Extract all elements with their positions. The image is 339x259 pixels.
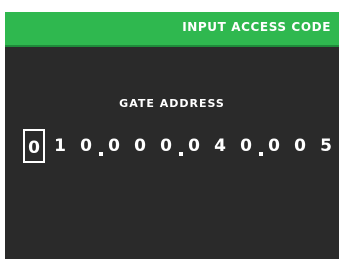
gate-address-code: 0 1 0 0 0 0 0 4 0 0 0 5 [23,129,333,165]
code-digit-12[interactable]: 5 [315,129,337,163]
code-digit-10[interactable]: 0 [263,129,285,163]
code-digit-4[interactable]: 0 [103,129,125,163]
code-digit-9[interactable]: 0 [235,129,257,163]
code-digit-6[interactable]: 0 [155,129,177,163]
code-digit-11[interactable]: 0 [289,129,311,163]
gate-address-label: GATE ADDRESS [119,97,225,110]
code-digit-3[interactable]: 0 [75,129,97,163]
code-digit-5[interactable]: 0 [129,129,151,163]
code-digit-1[interactable]: 0 [23,129,45,163]
screen: INPUT ACCESS CODE GATE ADDRESS 0 1 0 0 0… [0,0,339,259]
header-title: INPUT ACCESS CODE [182,20,331,34]
code-digit-8[interactable]: 4 [209,129,231,163]
code-digit-2[interactable]: 1 [49,129,71,163]
header-bar: INPUT ACCESS CODE [5,12,339,47]
content-panel: GATE ADDRESS 0 1 0 0 0 0 0 4 0 0 0 5 [5,47,339,259]
code-digit-7[interactable]: 0 [183,129,205,163]
